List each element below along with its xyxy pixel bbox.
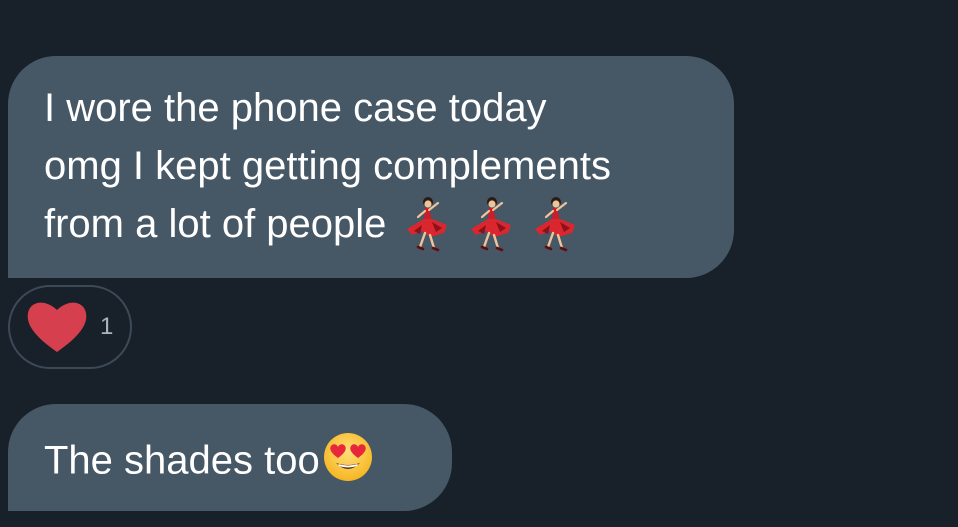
heart-eyes-icon — [322, 431, 374, 483]
dancer-icon — [404, 195, 448, 253]
reaction-count: 1 — [100, 313, 114, 340]
message-bubble[interactable]: I wore the phone case today omg I kept g… — [8, 56, 734, 278]
heart-reaction[interactable]: 1 — [8, 285, 132, 369]
message-text: The shades too — [44, 438, 320, 483]
message-bubble[interactable]: The shades too — [8, 404, 452, 511]
dancer-icon — [468, 195, 512, 253]
heart-icon — [27, 302, 87, 352]
dancer-icon — [532, 195, 576, 253]
message-line: from a lot of people — [44, 202, 387, 246]
message-line: I wore the phone case today — [44, 86, 547, 130]
message-line: omg I kept getting complements — [44, 144, 611, 188]
